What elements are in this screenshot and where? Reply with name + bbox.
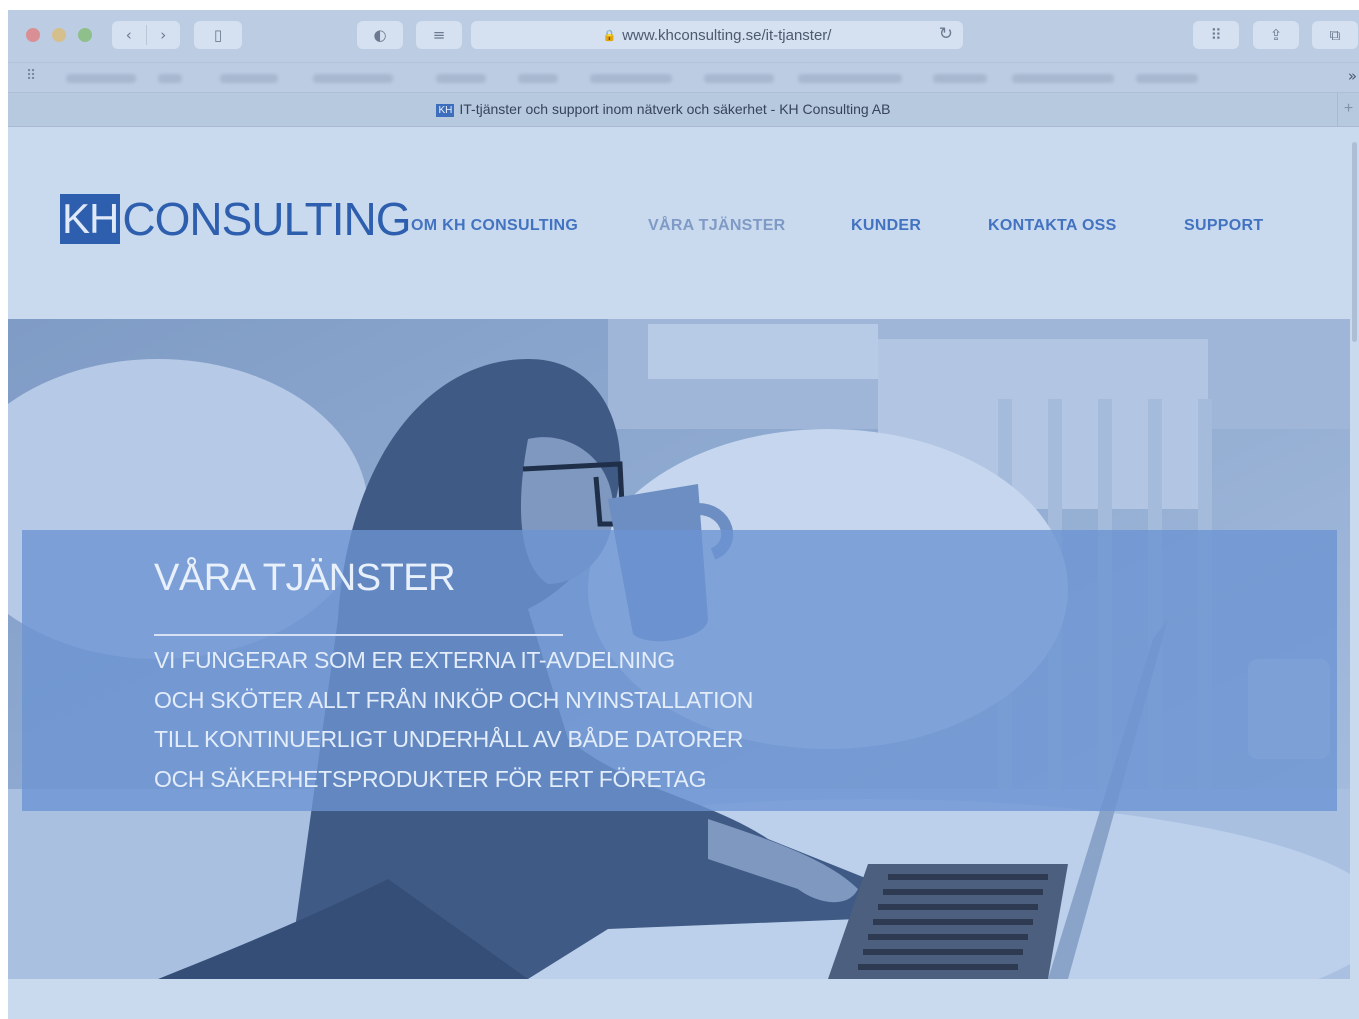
logo-wordmark: CONSULTING bbox=[122, 193, 411, 245]
lock-icon: 🔒 bbox=[602, 28, 617, 42]
hero-text-line: OCH SKÖTER ALLT FRÅN INKÖP OCH NYINSTALL… bbox=[154, 687, 754, 713]
share-button[interactable]: ⇪ bbox=[1253, 21, 1299, 49]
tabs-icon: ⧉ bbox=[1329, 26, 1341, 44]
tab-bar: KH IT-tjänster och support inom nätverk o… bbox=[8, 92, 1359, 127]
browser-toolbar: ‹ › ▯ ◐ ≡ 🔒 www.khconsulting.se/it-tjans… bbox=[8, 10, 1359, 62]
close-window-button[interactable] bbox=[26, 28, 40, 42]
hero-text-line: VI FUNGERAR SOM ER EXTERNA IT-AVDELNING bbox=[154, 647, 675, 673]
zoom-window-button[interactable] bbox=[78, 28, 92, 42]
address-bar[interactable]: 🔒 www.khconsulting.se/it-tjanster/ ↻ bbox=[471, 21, 963, 49]
nav-kontakta-oss[interactable]: KONTAKTA OSS bbox=[988, 217, 1117, 235]
hero-text-line: OCH SÄKERHETSPRODUKTER FÖR ERT FÖRETAG bbox=[154, 766, 707, 792]
shield-icon: ◐ bbox=[373, 26, 387, 44]
reader-mode-button[interactable]: ≡ bbox=[416, 21, 462, 49]
bookmark-item[interactable] bbox=[1012, 74, 1114, 83]
web-page: KH CONSULTING OM KH CONSULTING VÅRA TJÄN… bbox=[8, 128, 1359, 1019]
more-bookmarks-icon[interactable]: » bbox=[1348, 67, 1357, 85]
bookmark-item[interactable] bbox=[66, 74, 136, 83]
bookmark-item[interactable] bbox=[933, 74, 987, 83]
hero-banner: VÅRA TJÄNSTER VI FUNGERAR SOM ER EXTERNA… bbox=[8, 319, 1350, 979]
hero-text-line: TILL KONTINUERLIGT UNDERHÅLL AV BÅDE DAT… bbox=[154, 726, 744, 752]
bookmark-item[interactable] bbox=[798, 74, 902, 83]
bookmark-item[interactable] bbox=[313, 74, 393, 83]
bookmarks-grid-icon[interactable]: ⠿ bbox=[26, 68, 36, 84]
browser-window: ‹ › ▯ ◐ ≡ 🔒 www.khconsulting.se/it-tjans… bbox=[8, 10, 1359, 1019]
logo-monogram: KH bbox=[60, 194, 121, 244]
url-text: www.khconsulting.se/it-tjanster/ bbox=[622, 26, 832, 44]
tab-overview-button[interactable]: ⧉ bbox=[1312, 21, 1358, 49]
grid-icon: ⠿ bbox=[1210, 26, 1222, 44]
bookmark-item[interactable] bbox=[590, 74, 672, 83]
share-icon: ⇪ bbox=[1269, 26, 1283, 44]
hero-title: VÅRA TJÄNSTER bbox=[154, 557, 456, 599]
new-tab-button[interactable]: + bbox=[1337, 93, 1359, 126]
page-scrollbar[interactable] bbox=[1352, 142, 1357, 342]
bookmark-item[interactable] bbox=[704, 74, 774, 83]
history-navigation: ‹ › bbox=[112, 21, 180, 49]
nav-support[interactable]: SUPPORT bbox=[1184, 217, 1263, 235]
bookmark-item[interactable] bbox=[436, 74, 486, 83]
sidebar-icon: ▯ bbox=[213, 26, 223, 44]
reader-icon: ≡ bbox=[432, 26, 446, 44]
plus-icon: + bbox=[1343, 100, 1354, 117]
reload-icon[interactable]: ↻ bbox=[939, 24, 953, 44]
bookmark-item[interactable] bbox=[220, 74, 278, 83]
minimize-window-button[interactable] bbox=[52, 28, 66, 42]
nav-kunder[interactable]: KUNDER bbox=[851, 217, 921, 235]
hero-divider bbox=[154, 634, 563, 636]
privacy-report-button[interactable]: ◐ bbox=[357, 21, 403, 49]
bookmarks-bar: ⠿ » bbox=[8, 62, 1359, 92]
forward-icon[interactable]: › bbox=[146, 26, 180, 44]
bookmark-item[interactable] bbox=[158, 74, 182, 83]
back-icon[interactable]: ‹ bbox=[112, 26, 146, 44]
tab-title: IT-tjänster och support inom nätverk och… bbox=[459, 101, 891, 117]
tab-active[interactable]: KH IT-tjänster och support inom nätverk o… bbox=[8, 101, 1319, 117]
bookmark-item[interactable] bbox=[518, 74, 558, 83]
nav-om-kh-consulting[interactable]: OM KH CONSULTING bbox=[411, 217, 578, 235]
sidebar-toggle-button[interactable]: ▯ bbox=[194, 21, 242, 49]
site-logo[interactable]: KH CONSULTING bbox=[60, 193, 412, 245]
extensions-button[interactable]: ⠿ bbox=[1193, 21, 1239, 49]
nav-vara-tjanster[interactable]: VÅRA TJÄNSTER bbox=[648, 217, 786, 235]
favicon-icon: KH bbox=[436, 104, 455, 117]
bookmark-item[interactable] bbox=[1136, 74, 1198, 83]
